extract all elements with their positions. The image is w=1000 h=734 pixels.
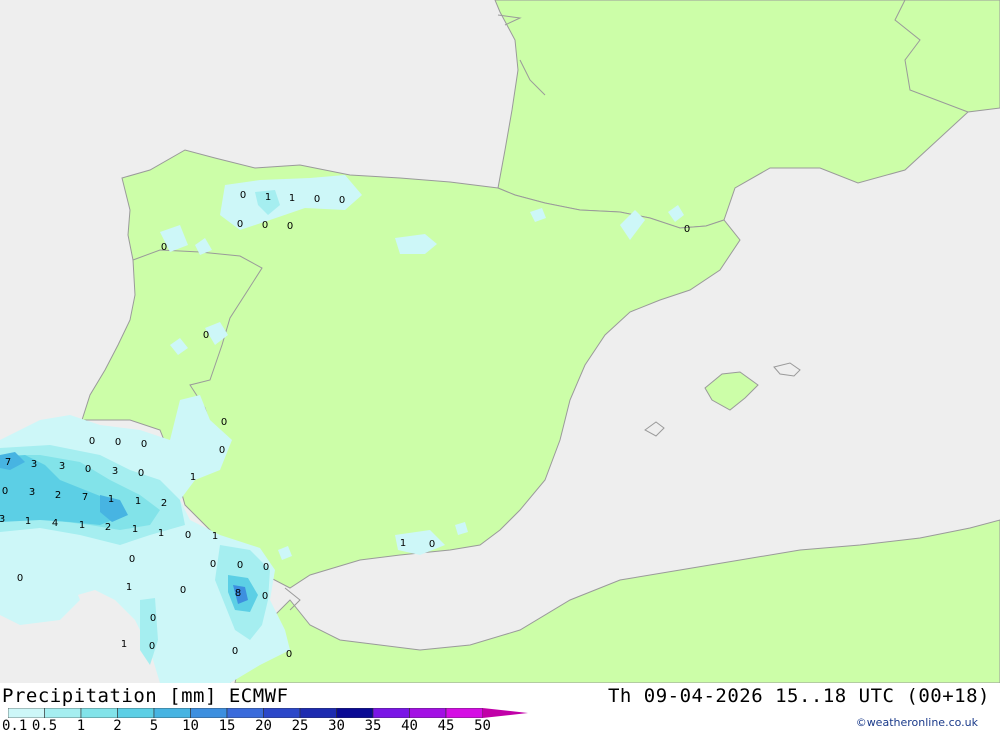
precip-value-label: 0 <box>185 530 191 541</box>
precip-value-label: 1 <box>126 582 132 593</box>
precip-value-label: 0 <box>221 417 227 428</box>
forecast-datetime: Th 09-04-2026 15..18 UTC (00+18) <box>607 685 990 707</box>
precip-value-label: 0 <box>339 195 345 206</box>
map-title: Precipitation [mm] ECMWF <box>2 685 289 707</box>
precip-value-label: 0 <box>210 559 216 570</box>
precip-value-label: 0 <box>262 220 268 231</box>
precip-value-label: 0 <box>17 573 23 584</box>
precip-value-label: 0 <box>161 242 167 253</box>
precip-value-label: 0 <box>263 562 269 573</box>
footer: Precipitation [mm] ECMWF Th 09-04-2026 1… <box>0 683 1000 734</box>
scale-tick-label: 50 <box>474 718 491 734</box>
precip-value-label: 0 <box>219 445 225 456</box>
precip-value-label: 0 <box>203 330 209 341</box>
scale-tick-label: 2 <box>113 718 122 734</box>
scale-swatch <box>153 708 191 718</box>
precip-value-label: 0 <box>2 486 8 497</box>
precip-value-label: 1 <box>265 192 271 203</box>
precip-value-label: 1 <box>132 524 138 535</box>
precip-value-label: 0 <box>150 613 156 624</box>
scale-swatch <box>226 708 264 718</box>
precip-value-label: 0 <box>89 436 95 447</box>
precip-value-label: 1 <box>400 538 406 549</box>
scale-swatch <box>190 708 228 718</box>
scale-swatch <box>372 708 410 718</box>
precip-value-label: 1 <box>25 516 31 527</box>
scale-swatch <box>445 708 483 718</box>
precip-value-label: 1 <box>79 520 85 531</box>
precip-value-label: 0 <box>180 585 186 596</box>
scale-tick-label: 0.1 <box>2 718 28 734</box>
precip-value-label: 3 <box>29 487 35 498</box>
scale-tick-label: 25 <box>291 718 309 734</box>
scale-swatch <box>336 708 374 718</box>
precip-value-label: 0 <box>237 560 243 571</box>
scale-overflow-arrow <box>482 708 528 718</box>
scale-swatch <box>8 708 45 718</box>
precip-value-label: 0 <box>287 221 293 232</box>
scale-tick-label: 45 <box>437 718 455 734</box>
precip-value-label: 1 <box>289 193 295 204</box>
precip-value-label: 1 <box>212 531 218 542</box>
precip-value-label: 0 <box>429 539 435 550</box>
precip-value-label: 8 <box>235 588 241 599</box>
scale-swatch <box>80 708 118 718</box>
precip-value-label: 1 <box>158 528 164 539</box>
precip-value-label: 0 <box>684 224 690 235</box>
scale-tick-label: 0.5 <box>31 718 58 734</box>
precip-value-label: 3 <box>112 466 118 477</box>
precip-value-label: 0 <box>115 437 121 448</box>
scale-tick-label: 20 <box>255 718 272 734</box>
precip-value-label: 0 <box>237 219 243 230</box>
precip-value-label: 0 <box>141 439 147 450</box>
precip-value-label: 2 <box>55 490 61 501</box>
scale-swatch <box>263 708 301 718</box>
precip-value-label: 1 <box>135 496 141 507</box>
precip-value-label: 7 <box>5 457 11 468</box>
precip-value-label: 0 <box>138 468 144 479</box>
scale-tick-label: 15 <box>218 718 236 734</box>
scale-tick-label: 35 <box>364 718 382 734</box>
precip-value-label: 0 <box>286 649 292 660</box>
scale-tick-label: 5 <box>149 718 159 734</box>
precip-value-label: 4 <box>52 518 58 529</box>
precip-value-label: 1 <box>121 639 127 650</box>
scale-tick-label: 1 <box>76 718 86 734</box>
precipitation-map: 0 1 1 0 0 0 0 0 0 0 0 0 0 0 0 0 7 3 3 0 3 0 1 0 3 2 7 1 1 2 3 1 4 1 2 1 1 0 1 0… <box>0 0 1000 683</box>
precip-value-label: 1 <box>190 472 196 483</box>
precip-value-label: 1 <box>108 494 114 505</box>
scale-tick-label: 30 <box>328 718 345 734</box>
precip-value-label: 0 <box>232 646 238 657</box>
color-scale <box>8 708 528 718</box>
scale-swatch <box>409 708 447 718</box>
scale-swatch <box>117 708 155 718</box>
precip-value-label: 0 <box>262 591 268 602</box>
precip-value-label: 0 <box>85 464 91 475</box>
scale-tick-label: 40 <box>401 718 418 734</box>
precip-value-label: 3 <box>0 514 5 525</box>
precip-value-label: 2 <box>161 498 167 509</box>
scale-tick-label: 10 <box>182 718 199 734</box>
precip-value-label: 0 <box>129 554 135 565</box>
precip-value-label: 3 <box>31 459 37 470</box>
credit-link[interactable]: ©weatheronline.co.uk <box>856 716 978 729</box>
precip-value-label: 7 <box>82 492 88 503</box>
precip-value-label: 0 <box>149 641 155 652</box>
precip-value-label: 0 <box>240 190 246 201</box>
precip-value-label: 2 <box>105 522 111 533</box>
precip-value-label: 0 <box>314 194 320 205</box>
precip-value-label: 3 <box>59 461 65 472</box>
scale-swatch <box>299 708 337 718</box>
scale-swatch <box>44 708 82 718</box>
